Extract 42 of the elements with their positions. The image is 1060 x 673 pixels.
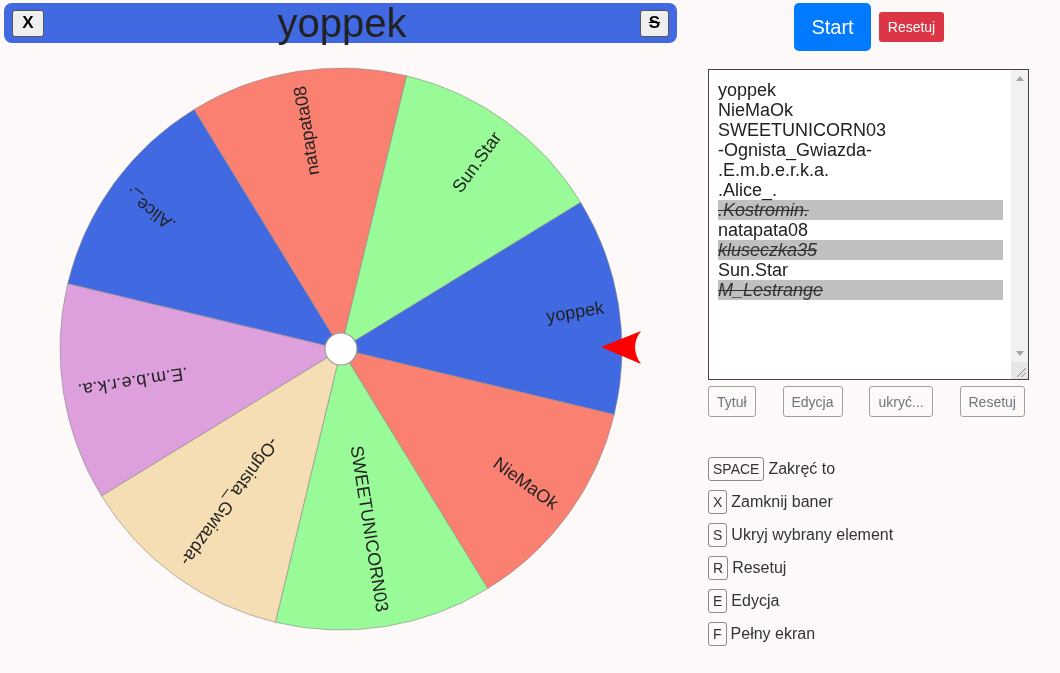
banner-title: yoppek	[277, 3, 407, 43]
shortcut-description: Resetuj	[732, 559, 787, 577]
segment-label: natapata08	[289, 84, 324, 177]
name-entry: .Alice_.	[718, 180, 779, 200]
resize-grip-icon[interactable]	[1017, 368, 1026, 377]
shortcut-key: X	[708, 490, 728, 514]
shortcut-key: E	[708, 589, 728, 613]
name-entry: M_Lestrange	[718, 280, 1003, 300]
name-entry: .E.m.b.e.r.k.a.	[718, 160, 830, 180]
name-entry: NieMaOk	[718, 100, 794, 120]
name-entry: -Ognista_Gwiazda-	[718, 140, 874, 160]
segment-label: yoppek	[544, 297, 606, 327]
pointer-arrow-icon	[601, 331, 641, 364]
scroll-down-icon[interactable]	[1015, 351, 1024, 356]
name-entry: kluseczka35	[718, 240, 1003, 260]
list-action-button[interactable]: Edycja	[782, 386, 843, 417]
scrollbar[interactable]	[1011, 70, 1028, 379]
reset-button[interactable]: Resetuj	[879, 12, 944, 42]
shortcut-key: SPACE	[708, 457, 765, 481]
name-entry: Sun.Star	[718, 260, 790, 280]
shortcut-key: F	[708, 622, 727, 646]
name-entry: SWEETUNICORN03	[718, 120, 888, 140]
list-action-button[interactable]: Resetuj	[959, 386, 1025, 417]
shortcut-key: R	[708, 556, 729, 580]
list-action-button[interactable]: ukryć...	[869, 386, 933, 417]
scroll-up-icon[interactable]	[1015, 76, 1024, 81]
names-field[interactable]: yoppek NieMaOk SWEETUNICORN03 -Ognista_Gwiazda- .E.m.b.e.r.k.a. .Alice_. .Kostromin. natapata08 kluseczka35 Sun.Star M_Lestrange	[708, 69, 1029, 380]
shortcut-description: Zamknij baner	[731, 493, 833, 511]
shortcut-description: Pełny ekran	[730, 625, 816, 643]
close-banner-button[interactable]: X	[12, 9, 44, 37]
name-entry: yoppek	[718, 80, 778, 100]
name-entry: .Kostromin.	[718, 200, 1003, 220]
name-entry: natapata08	[718, 220, 810, 240]
wheel-hub-icon	[324, 332, 358, 366]
shortcut-description: Zakręć to	[768, 460, 836, 478]
shortcut-description: Ukryj wybrany element	[731, 526, 894, 544]
shortcut-description: Edycja	[731, 592, 780, 610]
hide-item-button[interactable]: S	[640, 9, 669, 37]
segment-label: .E.m.b.e.r.k.a.	[76, 363, 190, 401]
start-button[interactable]: Start	[794, 3, 871, 51]
shortcut-key: S	[708, 523, 728, 547]
list-action-button[interactable]: Tytuł	[708, 386, 756, 417]
